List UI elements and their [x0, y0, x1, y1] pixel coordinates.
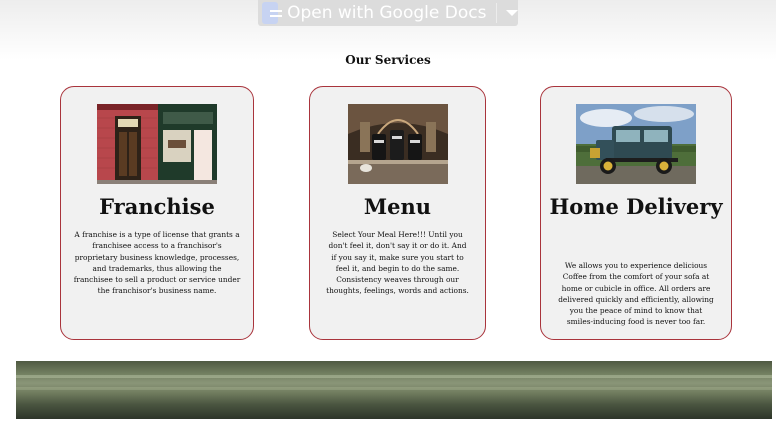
coffee-bar-photo: [347, 104, 448, 184]
card-description: A franchise is a type of license that gr…: [73, 230, 241, 296]
service-card-menu: Menu Select Your Meal Here!!! Until you …: [309, 86, 486, 340]
section-title: Our Services: [345, 53, 431, 67]
card-heading: Home Delivery: [549, 194, 723, 219]
service-card-franchise: Franchise A franchise is a type of licen…: [60, 86, 254, 340]
hero-banner-image: [16, 361, 772, 419]
open-with-docs-label: Open with Google Docs: [287, 3, 487, 23]
card-heading: Franchise: [99, 194, 215, 219]
divider: [496, 3, 497, 23]
chevron-down-icon[interactable]: [506, 10, 518, 16]
banner-texture: [16, 387, 772, 390]
storefront-photo: [97, 104, 217, 184]
card-description: Select Your Meal Here!!! Until you don't…: [326, 230, 469, 296]
open-with-docs-button[interactable]: Open with Google Docs: [258, 0, 518, 26]
card-heading: Menu: [363, 194, 432, 219]
banner-texture: [16, 375, 772, 378]
delivery-truck-photo: [576, 104, 696, 184]
service-card-home-delivery: Home Delivery We allows you to experienc…: [540, 86, 732, 340]
docs-icon: [262, 2, 283, 24]
card-description: We allows you to experience delicious Co…: [558, 261, 714, 327]
